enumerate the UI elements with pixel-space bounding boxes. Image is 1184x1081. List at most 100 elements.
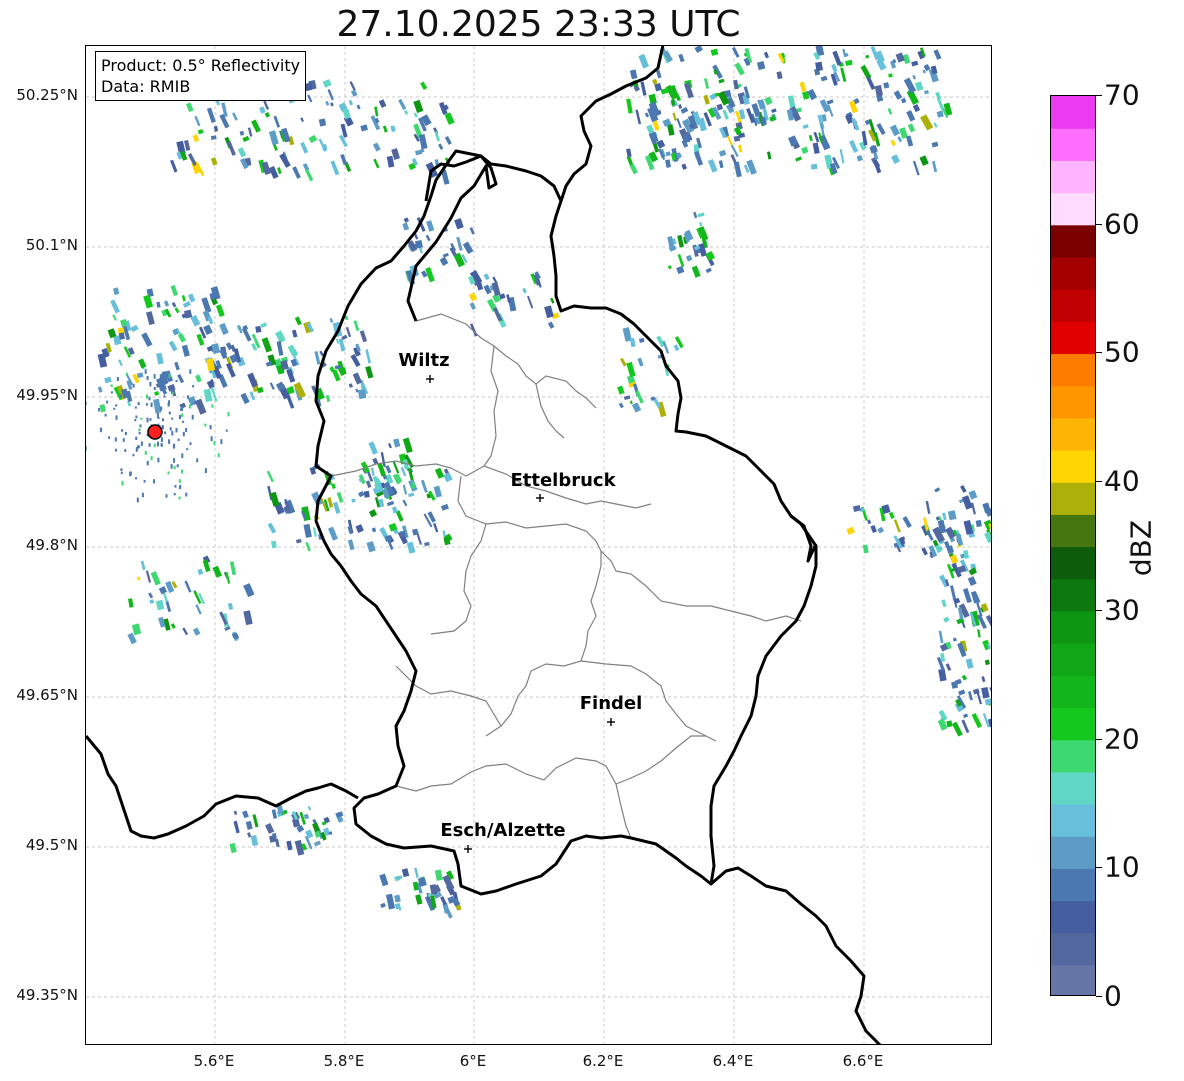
echo-cell [154, 391, 160, 396]
echo-cell [961, 719, 970, 734]
echo-cell [401, 868, 410, 878]
echo-cell [677, 235, 684, 248]
echo-cell [914, 81, 924, 92]
echo-cell [144, 451, 147, 455]
echo-cell [985, 614, 991, 629]
echo-cell [403, 109, 409, 115]
echo-cell [893, 90, 903, 100]
echo-cell [194, 115, 201, 127]
echo-cell [757, 99, 766, 110]
echo-cell [391, 506, 398, 514]
radar-map[interactable] [85, 45, 992, 1045]
echo-cell [374, 106, 379, 117]
echo-cell [468, 292, 478, 302]
echo-cell [250, 835, 259, 847]
echo-cell [415, 149, 423, 156]
radar-site [147, 424, 163, 440]
echo-cell [831, 63, 838, 73]
echo-cell [215, 304, 225, 317]
city-marker-esch [464, 845, 472, 853]
echo-cell [965, 658, 974, 669]
echo-cell [710, 48, 719, 56]
echo-cell [425, 234, 431, 242]
echo-cell [219, 322, 229, 335]
echo-cell [685, 254, 693, 262]
echo-cell [413, 112, 418, 118]
echo-cell [313, 840, 321, 847]
echo-cell [197, 568, 204, 576]
colorbar-tick-label: 70 [1104, 78, 1140, 112]
echo-cell [184, 580, 192, 593]
echo-cell [943, 616, 950, 623]
echo-cell [420, 479, 428, 493]
echo-cell [522, 287, 527, 294]
canton-border-capellen [395, 665, 502, 727]
colorbar-tick-label: 10 [1104, 850, 1140, 884]
echo-cell [849, 139, 859, 153]
echo-cell [359, 330, 368, 343]
colorbar-swatch [1051, 868, 1095, 902]
echo-cell [327, 89, 334, 101]
echo-cell [124, 432, 127, 436]
colorbar-swatch [1051, 643, 1095, 676]
echo-cell [237, 147, 247, 158]
echo-cell [149, 418, 152, 421]
echo-cell [330, 102, 334, 107]
echo-cell [767, 151, 772, 160]
echo-cell [137, 402, 140, 406]
echo-cell [734, 62, 745, 76]
city-marker-findel [607, 718, 615, 726]
echo-cell [156, 412, 159, 418]
lat-tick-label: 50.1°N [25, 236, 78, 254]
echo-cell [718, 160, 724, 169]
echo-cell [961, 674, 967, 681]
echo-cell [182, 301, 191, 308]
echo-cell [188, 404, 191, 409]
echo-cell [971, 712, 982, 729]
echo-cell [296, 538, 302, 544]
echo-cell [160, 437, 163, 443]
colorbar-swatch [1051, 385, 1095, 419]
city-marker-ettelbruck [536, 494, 544, 502]
colorbar-tick-mark [1096, 738, 1102, 740]
echo-cell [304, 168, 314, 182]
colorbar-swatch [1051, 514, 1095, 548]
echo-cell [544, 305, 554, 319]
echo-cell [862, 544, 869, 554]
echo-cell [968, 691, 973, 701]
colorbar-swatch [1051, 836, 1095, 869]
echo-cell [840, 67, 847, 82]
echo-cell [950, 567, 956, 572]
echo-cell [931, 141, 939, 148]
echo-cell [434, 467, 445, 479]
echo-cell [140, 441, 143, 446]
border-france-south [710, 866, 882, 1044]
echo-cell [945, 663, 952, 671]
echo-cell [418, 133, 428, 150]
echo-cell [402, 222, 410, 231]
echo-cell [139, 424, 142, 428]
echo-cell [942, 512, 947, 521]
echo-cell [912, 74, 917, 80]
echo-cell [454, 218, 464, 230]
echo-cell [667, 124, 675, 136]
echo-cell [162, 425, 164, 429]
echo-cell [982, 502, 991, 514]
echo-cell [952, 637, 957, 642]
echo-cell [366, 541, 376, 553]
echo-cell [233, 820, 240, 834]
echo-cell [360, 124, 368, 132]
echo-cell [402, 484, 408, 495]
echo-cell [693, 150, 704, 166]
echo-cell [189, 442, 192, 445]
echo-cell [126, 372, 128, 376]
echo-cell [887, 107, 893, 115]
echo-cell [656, 69, 662, 79]
colorbar-swatch [1051, 321, 1095, 355]
colorbar-swatch [1051, 739, 1095, 773]
colorbar-swatch [1051, 128, 1095, 161]
lon-tick-label: 6.4°E [712, 1052, 754, 1070]
echo-cell [312, 527, 317, 537]
echo-cell [106, 400, 109, 404]
echo-cell [138, 358, 147, 369]
